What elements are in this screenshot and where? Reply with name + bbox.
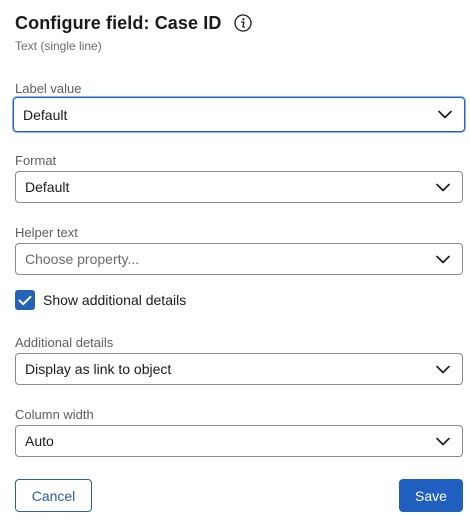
chevron-down-icon	[438, 110, 452, 119]
helper-text-select[interactable]: Choose property...	[15, 243, 463, 275]
save-button[interactable]: Save	[399, 479, 463, 512]
show-additional-details-label: Show additional details	[43, 292, 187, 308]
additional-details-select[interactable]: Display as link to object	[15, 353, 463, 385]
additional-details-selected: Display as link to object	[25, 361, 172, 377]
configure-field-panel: Configure field: Case ID Text (single li…	[0, 0, 470, 525]
format-selected: Default	[25, 179, 70, 195]
page-title: Configure field: Case ID	[15, 12, 222, 33]
cancel-button[interactable]: Cancel	[15, 479, 92, 512]
column-width-label: Column width	[15, 407, 94, 422]
helper-text-label: Helper text	[15, 225, 78, 240]
label-value-select[interactable]: Default	[13, 97, 465, 132]
chevron-down-icon	[436, 365, 450, 373]
format-label: Format	[15, 153, 57, 168]
panel-header: Configure field: Case ID Text (single li…	[15, 10, 253, 53]
label-value-label: Label value	[15, 81, 82, 96]
additional-details-label: Additional details	[15, 335, 114, 350]
chevron-down-icon	[436, 255, 450, 263]
column-width-select[interactable]: Auto	[15, 425, 463, 457]
show-additional-details-row[interactable]: Show additional details	[15, 290, 186, 310]
show-additional-details-checkbox[interactable]	[15, 290, 35, 310]
check-icon	[18, 295, 32, 305]
info-icon[interactable]	[234, 14, 253, 32]
label-value-selected: Default	[23, 106, 68, 123]
helper-text-placeholder: Choose property...	[25, 251, 140, 267]
field-type-subtitle: Text (single line)	[15, 39, 102, 53]
column-width-selected: Auto	[25, 433, 54, 449]
chevron-down-icon	[436, 183, 450, 191]
chevron-down-icon	[436, 437, 450, 445]
title-row: Configure field: Case ID	[15, 10, 253, 36]
format-select[interactable]: Default	[15, 171, 463, 203]
